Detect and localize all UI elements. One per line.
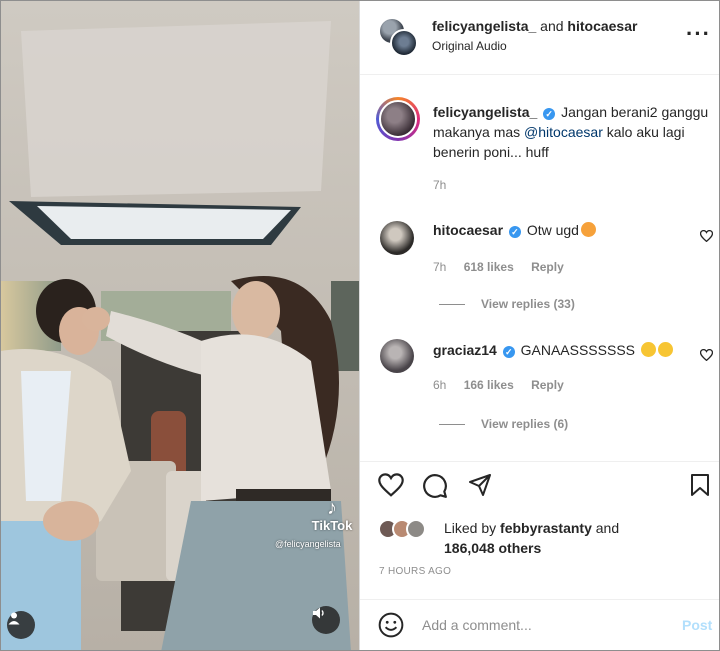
- tiktok-watermark: ♪ TikTok: [307, 498, 357, 533]
- post-caption: felicyangelista_ ✓ Jangan berani2 ganggu…: [433, 102, 713, 162]
- laughing-face-emoji-icon: [657, 342, 673, 357]
- comment-time[interactable]: 7h: [433, 260, 446, 274]
- like-comment-heart-icon[interactable]: [700, 230, 713, 242]
- verified-badge-icon: ✓: [508, 226, 521, 238]
- caption-username[interactable]: felicyangelista_: [433, 104, 537, 120]
- comment-username[interactable]: hitocaesar: [433, 222, 503, 238]
- view-replies-label: View replies (6): [481, 417, 569, 431]
- comment-likes[interactable]: 618 likes: [464, 260, 514, 274]
- comment-icon[interactable]: [422, 473, 448, 499]
- comment-avatar[interactable]: [380, 221, 414, 255]
- divider: [439, 303, 465, 305]
- comment-input[interactable]: Add a comment...: [422, 617, 532, 633]
- post-authors: felicyangelista_ and hitocaesar: [432, 18, 637, 34]
- mention-link[interactable]: @hitocaesar: [524, 124, 603, 140]
- liker-username[interactable]: febbyrastanty: [500, 520, 592, 536]
- avatar: [390, 29, 418, 57]
- view-replies-button[interactable]: View replies (6): [439, 417, 568, 431]
- reply-button[interactable]: Reply: [531, 260, 564, 274]
- liker-avatar: [406, 519, 426, 539]
- post-details-panel: felicyangelista_ and hitocaesar Original…: [359, 1, 719, 650]
- comment-text: GANAASSSSSSS: [520, 342, 635, 358]
- post-date[interactable]: 7 HOURS AGO: [379, 566, 451, 577]
- comment-meta: 6h 166 likes Reply: [433, 378, 578, 392]
- user-icon: [8, 612, 20, 625]
- likes-text: Liked by febbyrastanty and 186,048 other…: [444, 518, 619, 558]
- tiktok-note-icon: ♪: [327, 497, 337, 519]
- verified-badge-icon: ✓: [502, 346, 515, 358]
- video-frame: [1, 1, 359, 650]
- verified-badge-icon: ✓: [543, 108, 556, 120]
- video-player[interactable]: ♪ TikTok @felicyangelista: [1, 1, 359, 650]
- laughing-face-emoji-icon: [640, 342, 656, 357]
- like-comment-heart-icon[interactable]: [700, 349, 713, 361]
- more-options-icon[interactable]: ···: [686, 23, 711, 45]
- post-actions: [360, 461, 719, 511]
- view-replies-label: View replies (33): [481, 297, 575, 311]
- caption-timestamp[interactable]: 7h: [433, 178, 446, 192]
- comment-username[interactable]: graciaz14: [433, 342, 497, 358]
- tiktok-handle: @felicyangelista: [275, 539, 341, 549]
- mute-button[interactable]: [312, 606, 340, 634]
- comment-time[interactable]: 6h: [433, 378, 446, 392]
- tagged-users-button[interactable]: [7, 611, 35, 639]
- reply-button[interactable]: Reply: [531, 378, 564, 392]
- likes-count[interactable]: 186,048 others: [444, 540, 541, 556]
- tiktok-logo-text: TikTok: [311, 518, 353, 533]
- post-header: felicyangelista_ and hitocaesar Original…: [360, 1, 719, 75]
- comment-text: Otw ugd: [526, 222, 579, 238]
- author-link[interactable]: felicyangelista_: [432, 18, 536, 34]
- save-bookmark-icon[interactable]: [690, 473, 710, 497]
- comment: hitocaesar ✓ Otw ugd: [433, 222, 596, 238]
- comment: graciaz14 ✓ GANAASSSSSSS: [433, 342, 673, 358]
- audio-link[interactable]: Original Audio: [432, 39, 507, 53]
- comment-likes[interactable]: 166 likes: [464, 378, 514, 392]
- comment-meta: 7h 618 likes Reply: [433, 260, 578, 274]
- instagram-post: ♪ TikTok @felicyangelista felicyangelist…: [0, 0, 720, 651]
- likes-prefix: Liked by: [444, 520, 497, 536]
- share-paper-plane-icon[interactable]: [468, 473, 492, 497]
- comment-avatar[interactable]: [380, 339, 414, 373]
- divider: [439, 423, 465, 425]
- angry-face-emoji-icon: [580, 222, 596, 237]
- emoji-smiley-icon[interactable]: [378, 612, 404, 638]
- author-link[interactable]: hitocaesar: [567, 18, 637, 34]
- like-heart-icon[interactable]: [378, 473, 404, 497]
- authors-joiner: and: [540, 18, 564, 34]
- caption-avatar[interactable]: [376, 97, 420, 141]
- view-replies-button[interactable]: View replies (33): [439, 297, 575, 311]
- post-comment-button[interactable]: Post: [682, 617, 712, 633]
- collab-avatars[interactable]: [378, 17, 418, 57]
- add-comment-bar: Add a comment... Post: [360, 599, 719, 650]
- likes-summary: Liked by febbyrastanty and 186,048 other…: [378, 516, 708, 560]
- speaker-icon: [313, 607, 324, 619]
- likes-and: and: [595, 520, 620, 536]
